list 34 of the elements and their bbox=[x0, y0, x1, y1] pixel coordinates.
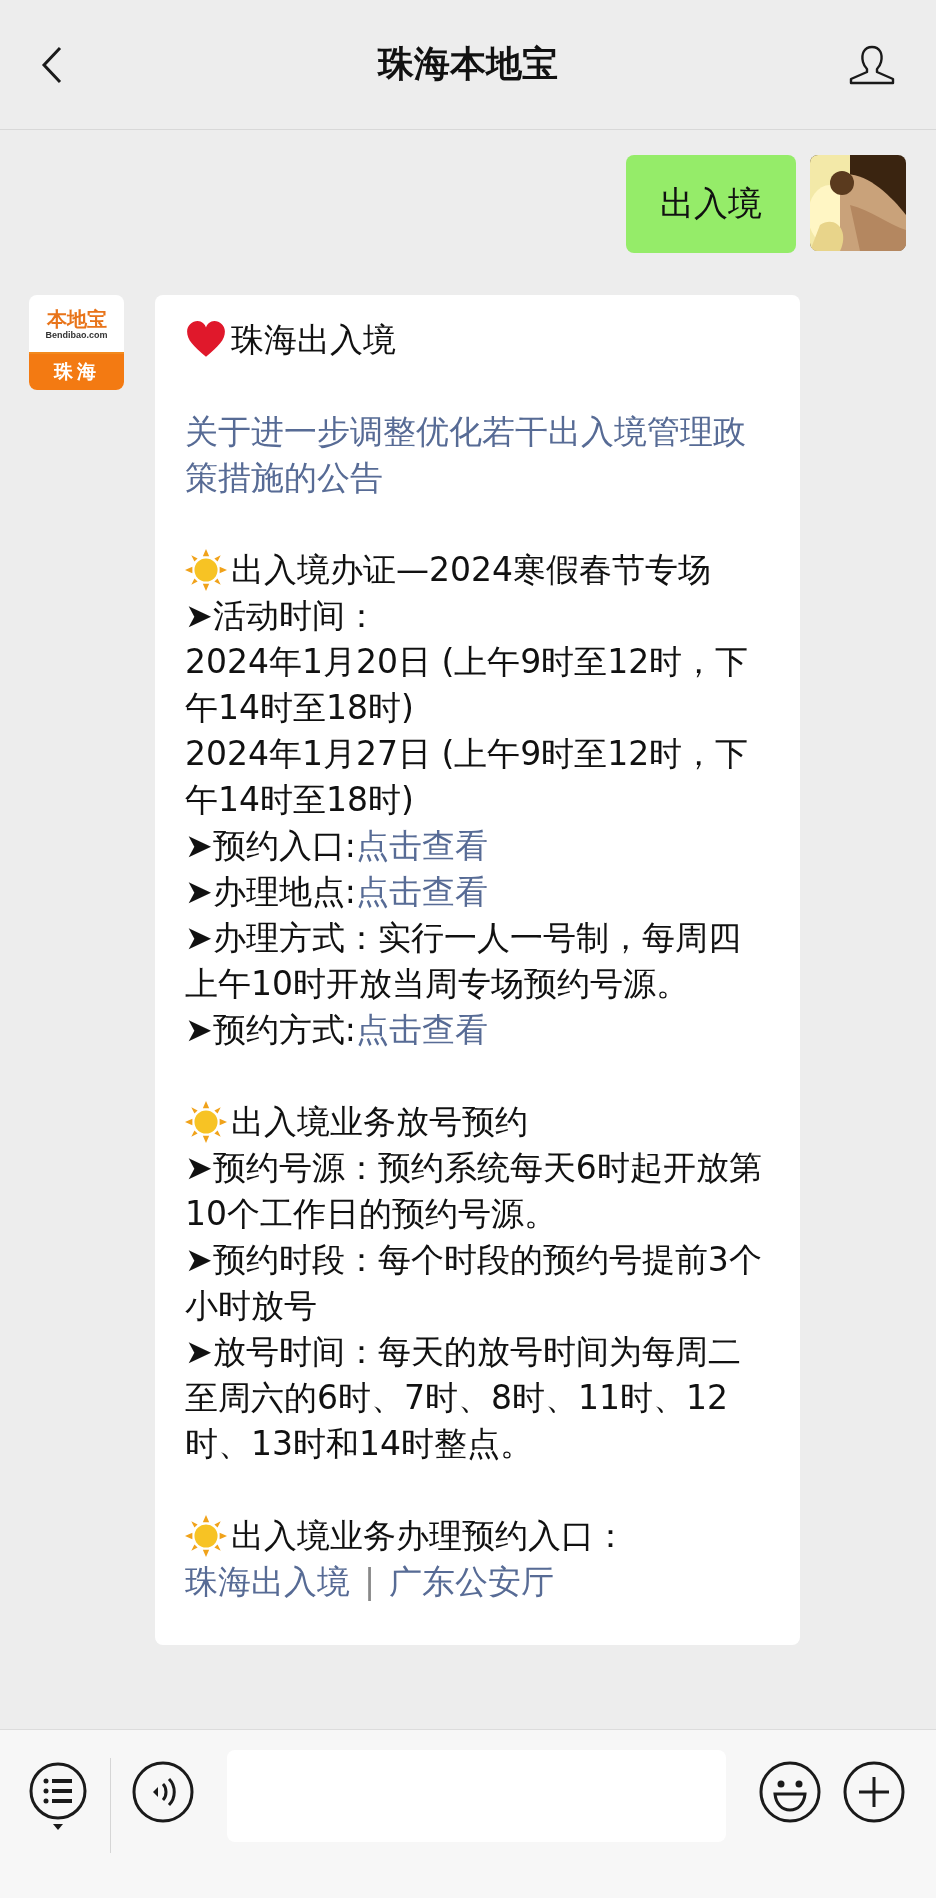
info-text: ➤办理方式：实行一人一号制，每周四上午10时开放当周专场预约号源。 bbox=[185, 917, 742, 1005]
info-text: 2024年1月20日 (上午9时至12时，下午14时至18时) bbox=[185, 641, 750, 729]
message-bubble: 出入境 bbox=[626, 155, 796, 253]
entry-link[interactable]: 珠海出入境 bbox=[185, 1559, 350, 1605]
view-link[interactable]: 点击查看 bbox=[355, 823, 488, 869]
link-separator: | bbox=[364, 1561, 376, 1603]
chat-title: 珠海本地宝 bbox=[378, 42, 558, 86]
view-link[interactable]: 点击查看 bbox=[355, 869, 488, 915]
sun-icon bbox=[185, 1101, 227, 1143]
info-text: ➤活动时间： bbox=[185, 595, 379, 637]
sun-icon bbox=[185, 1515, 227, 1557]
section-heading: 出入境办证—2024寒假春节专场 bbox=[231, 549, 711, 591]
plus-icon[interactable] bbox=[842, 1760, 906, 1824]
section-heading: 出入境业务放号预约 bbox=[231, 1101, 528, 1143]
field-label: ➤预约方式: bbox=[185, 1009, 356, 1051]
logo-domain: Bendibao.com bbox=[45, 329, 108, 340]
info-text: ➤预约时段：每个时段的预约号提前3个小时放号 bbox=[185, 1239, 763, 1327]
person-icon[interactable] bbox=[848, 44, 896, 85]
section-heading: 出入境业务办理预约入口： bbox=[231, 1515, 627, 1557]
announcement-link[interactable]: 关于进一步调整优化若干出入境管理政策措施的公告 bbox=[185, 409, 772, 501]
entry-link[interactable]: 广东公安厅 bbox=[389, 1559, 555, 1605]
field-label: ➤预约入口: bbox=[185, 825, 356, 867]
reply-title: 珠海出入境 bbox=[231, 319, 396, 361]
info-text: ➤放号时间：每天的放号时间为每周二至周六的6时、7时、8时、11时、12时、13时和14时整点。 bbox=[185, 1331, 742, 1465]
view-link[interactable]: 点击查看 bbox=[355, 1007, 488, 1053]
voice-icon[interactable] bbox=[131, 1760, 195, 1824]
logo-city: 珠海 bbox=[29, 354, 124, 390]
sun-icon bbox=[185, 549, 227, 591]
back-icon[interactable] bbox=[40, 44, 64, 85]
info-text: ➤预约号源：预约系统每天6时起开放第10个工作日的预约号源。 bbox=[185, 1147, 763, 1235]
field-label: ➤办理地点: bbox=[185, 871, 356, 913]
logo-brand: 本地宝 bbox=[46, 307, 107, 330]
emoji-icon[interactable] bbox=[758, 1760, 822, 1824]
info-text: 2024年1月27日 (上午9时至12时，下午14时至18时) bbox=[185, 733, 750, 821]
